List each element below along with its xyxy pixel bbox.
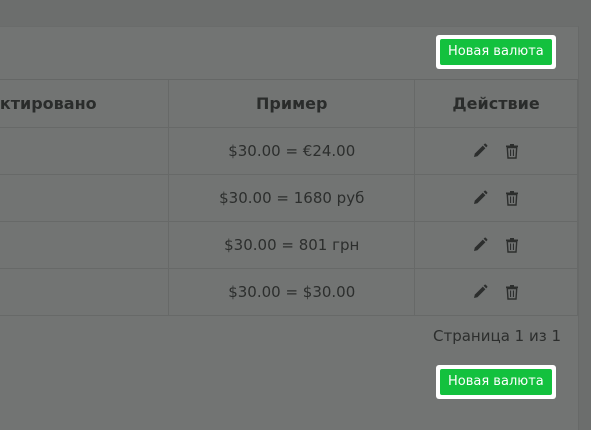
cell-actions	[414, 127, 578, 175]
trash-icon[interactable]	[503, 236, 521, 254]
cell-example: $30.00 = €24.00	[168, 127, 416, 175]
cell-example: $30.00 = 801 грн	[168, 221, 416, 269]
column-header-edited[interactable]: ектировано	[0, 80, 170, 128]
pencil-icon[interactable]	[471, 189, 489, 207]
column-header-action: Действие	[414, 80, 578, 128]
currency-table: ектировано Пример Действие $30.00 = €24.…	[0, 80, 578, 316]
cell-edited	[0, 174, 170, 222]
trash-icon[interactable]	[503, 283, 521, 301]
trash-icon[interactable]	[503, 189, 521, 207]
cell-actions	[414, 174, 578, 222]
cell-example: $30.00 = 1680 руб	[168, 174, 416, 222]
cell-actions	[414, 221, 578, 269]
table-row: $30.00 = $30.00	[0, 268, 578, 316]
cell-edited	[0, 127, 170, 175]
cell-edited	[0, 268, 170, 316]
table-row: $30.00 = €24.00	[0, 127, 578, 175]
new-currency-button-highlight: Новая валюта	[436, 35, 556, 69]
new-currency-button-bottom[interactable]: Новая валюта	[440, 369, 552, 395]
cell-edited	[0, 221, 170, 269]
pencil-icon[interactable]	[471, 142, 489, 160]
table-row: $30.00 = 1680 руб	[0, 174, 578, 222]
trash-icon[interactable]	[503, 142, 521, 160]
pagination-text: Страница 1 из 1	[433, 327, 561, 345]
table-header-row: ектировано Пример Действие	[0, 80, 578, 128]
new-currency-button-highlight: Новая валюта	[436, 365, 556, 399]
cell-actions	[414, 268, 578, 316]
cell-example: $30.00 = $30.00	[168, 268, 416, 316]
pencil-icon[interactable]	[471, 236, 489, 254]
pencil-icon[interactable]	[471, 283, 489, 301]
table-row: $30.00 = 801 грн	[0, 221, 578, 269]
currency-panel: Новая валюта ектировано Пример Действие …	[0, 26, 579, 430]
new-currency-button-top[interactable]: Новая валюта	[440, 39, 552, 65]
column-header-example[interactable]: Пример	[168, 80, 416, 128]
